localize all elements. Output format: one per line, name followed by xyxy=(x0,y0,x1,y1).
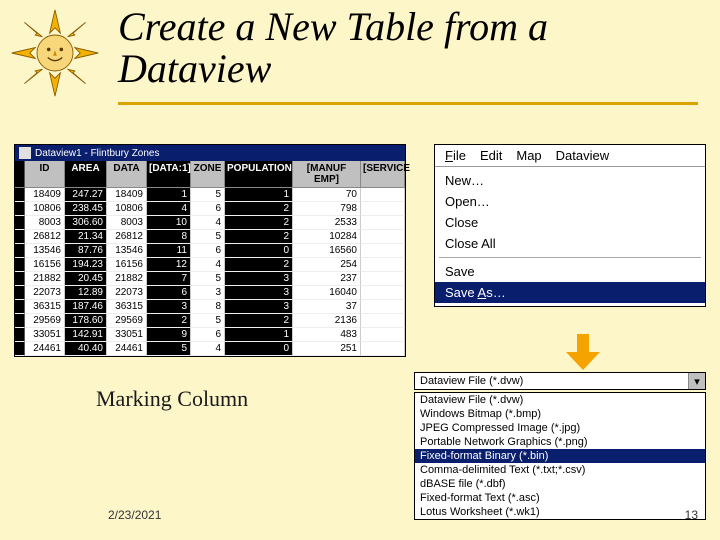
menu-item-save[interactable]: Save xyxy=(435,261,705,282)
filetype-option[interactable]: Portable Network Graphics (*.png) xyxy=(415,435,705,449)
menubar: File Edit Map Dataview xyxy=(435,145,705,167)
filetype-option[interactable]: Windows Bitmap (*.bmp) xyxy=(415,407,705,421)
sun-icon xyxy=(10,8,100,98)
table-row[interactable]: 2188220.4521882753237 xyxy=(15,272,405,286)
slide-title: Create a New Table from a Dataview xyxy=(118,6,698,90)
filetype-selected: Dataview File (*.dvw) xyxy=(415,373,688,389)
filetype-option[interactable]: Fixed-format Binary (*.bin) xyxy=(415,449,705,463)
filetype-combobox[interactable]: Dataview File (*.dvw) ▾ xyxy=(414,372,706,390)
table-body: 18409247.27184091517010806238.4510806462… xyxy=(15,188,405,356)
table-row[interactable]: 1354687.7613546116016560 xyxy=(15,244,405,258)
table-header-row: ID AREA DATA [DATA:1] ZONE POPULATION [M… xyxy=(15,161,405,188)
title-underline xyxy=(118,102,698,105)
menu-item-new[interactable]: New… xyxy=(435,170,705,191)
table-row[interactable]: 36315187.463631538337 xyxy=(15,300,405,314)
table-row[interactable]: 18409247.271840915170 xyxy=(15,188,405,202)
col-serv[interactable]: [SERVICE xyxy=(361,161,405,188)
col-zone[interactable]: ZONE xyxy=(191,161,225,188)
table-row[interactable]: 8003306.60800310422533 xyxy=(15,216,405,230)
col-area[interactable]: AREA xyxy=(65,161,107,188)
table-row[interactable]: 29569178.60295692522136 xyxy=(15,314,405,328)
col-pop[interactable]: POPULATION xyxy=(225,161,293,188)
dataview-window: Dataview1 - Flintbury Zones ID AREA DATA… xyxy=(14,144,406,357)
menu-edit[interactable]: Edit xyxy=(480,148,502,163)
slide-pagenum: 13 xyxy=(685,508,698,522)
col-data[interactable]: DATA xyxy=(107,161,147,188)
window-icon xyxy=(19,147,31,159)
table-row[interactable]: 33051142.9133051961483 xyxy=(15,328,405,342)
table-row[interactable]: 10806238.4510806462798 xyxy=(15,202,405,216)
menu-item-save-as[interactable]: Save As… xyxy=(435,282,705,303)
table-row[interactable]: 2446140.4024461540251 xyxy=(15,342,405,356)
arrow-icon xyxy=(566,334,600,370)
filetype-option[interactable]: Comma-delimited Text (*.txt;*.csv) xyxy=(415,463,705,477)
menu-item-open[interactable]: Open… xyxy=(435,191,705,212)
filetype-list: Dataview File (*.dvw)Windows Bitmap (*.b… xyxy=(414,392,706,520)
menu-separator xyxy=(439,257,701,258)
col-memp[interactable]: [MANUF EMP] xyxy=(293,161,361,188)
table-row[interactable]: 2207312.892207363316040 xyxy=(15,286,405,300)
window-title: Dataview1 - Flintbury Zones xyxy=(35,148,160,159)
table-row[interactable]: 16156194.23161561242254 xyxy=(15,258,405,272)
slide-date: 2/23/2021 xyxy=(108,508,161,522)
file-menu-panel: File Edit Map Dataview New… Open… Close … xyxy=(434,144,706,307)
menu-item-close-all[interactable]: Close All xyxy=(435,233,705,254)
table-row[interactable]: 2681221.342681285210284 xyxy=(15,230,405,244)
col-id[interactable]: ID xyxy=(25,161,65,188)
filetype-option[interactable]: JPEG Compressed Image (*.jpg) xyxy=(415,421,705,435)
dataview-titlebar: Dataview1 - Flintbury Zones xyxy=(15,145,405,161)
filetype-option[interactable]: Dataview File (*.dvw) xyxy=(415,393,705,407)
menu-file[interactable]: File xyxy=(445,148,466,163)
filetype-option[interactable]: dBASE file (*.dbf) xyxy=(415,477,705,491)
menu-dataview[interactable]: Dataview xyxy=(556,148,609,163)
menu-map[interactable]: Map xyxy=(516,148,541,163)
col-data1[interactable]: [DATA:1] xyxy=(147,161,191,188)
file-dropdown: New… Open… Close Close All Save Save As… xyxy=(435,167,705,306)
marking-column-label: Marking Column xyxy=(96,386,248,412)
menu-item-close[interactable]: Close xyxy=(435,212,705,233)
chevron-down-icon[interactable]: ▾ xyxy=(688,373,705,389)
filetype-option[interactable]: Fixed-format Text (*.asc) xyxy=(415,491,705,505)
filetype-option[interactable]: Lotus Worksheet (*.wk1) xyxy=(415,505,705,519)
